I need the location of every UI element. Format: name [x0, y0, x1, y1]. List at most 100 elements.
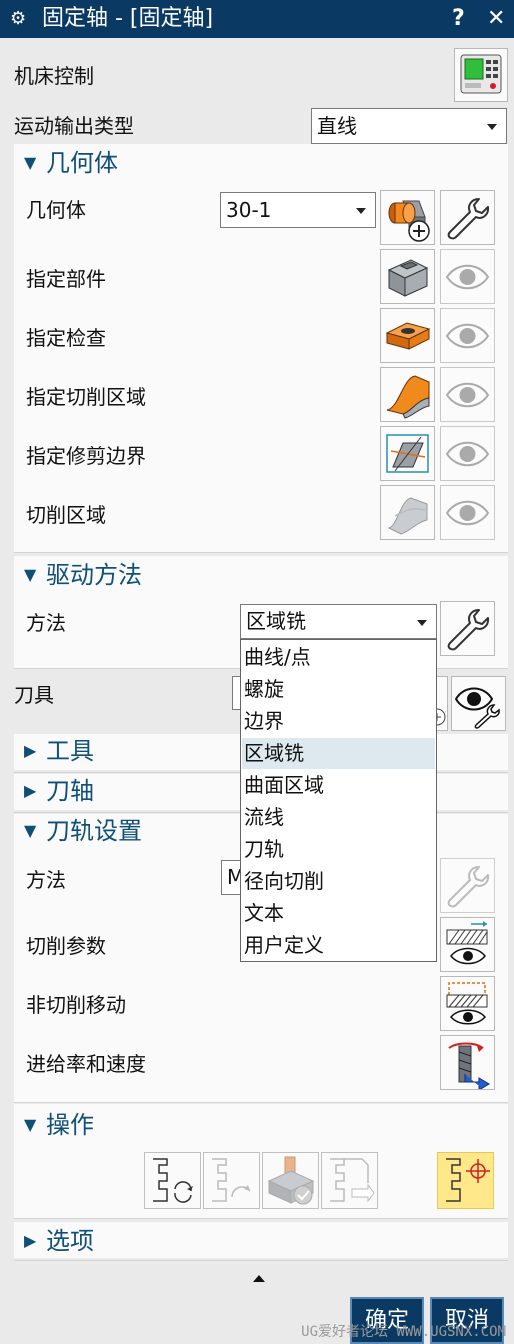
specify-part-button[interactable]: [380, 249, 435, 304]
drive-method-dropdown: 曲线/点 螺旋 边界 区域铣 曲面区域 流线 刀轨 径向切削 文本 用户定义: [240, 639, 437, 962]
generate-button[interactable]: [144, 1152, 201, 1209]
axis-section-header[interactable]: ▶ 刀轴: [24, 776, 94, 806]
dropdown-option[interactable]: 曲面区域: [242, 770, 435, 801]
gear-icon[interactable]: ⚙: [10, 0, 26, 38]
edit-drive-method-button[interactable]: [440, 601, 495, 656]
new-geometry-button[interactable]: [380, 190, 435, 245]
part-icon: [387, 259, 429, 297]
dropdown-option[interactable]: 流线: [242, 802, 435, 833]
chevron-down-icon: [356, 208, 366, 214]
non-cut-moves-button[interactable]: [440, 976, 495, 1031]
path-method-label: 方法: [26, 868, 66, 892]
motion-output-label: 运动输出类型: [14, 114, 134, 138]
non-cut-moves-icon: [446, 982, 488, 1025]
dropdown-option-selected[interactable]: 区域铣: [242, 738, 435, 769]
watermark: UG爱好者论坛 WWW.UGSNX.COM: [301, 1324, 506, 1340]
geometry-select-value: 30-1: [226, 198, 272, 222]
display-cut-area-button[interactable]: [440, 367, 495, 422]
edit-path-method-button[interactable]: [440, 858, 495, 913]
edit-geometry-button[interactable]: [440, 190, 495, 245]
collapse-triangle-icon: ▼: [24, 565, 37, 584]
verify-button[interactable]: [262, 1152, 319, 1209]
display-check-button[interactable]: [440, 308, 495, 363]
options-header-text: 选项: [46, 1227, 94, 1255]
path-settings-section-header[interactable]: ▼ 刀轨设置: [24, 816, 142, 846]
help-button[interactable]: ?: [452, 0, 465, 38]
dropdown-option[interactable]: 径向切削: [242, 866, 435, 897]
toolpath-crosshair-icon: [446, 1158, 490, 1202]
verify-icon: [267, 1156, 315, 1205]
feeds-speeds-button[interactable]: [440, 1035, 495, 1090]
trim-boundary-icon: [386, 434, 429, 473]
specify-cut-area-label: 指定切削区域: [26, 385, 146, 409]
divider: [14, 1260, 508, 1261]
generate-path-button[interactable]: [437, 1152, 494, 1209]
feeds-speeds-icon: [448, 1042, 490, 1089]
specify-part-label: 指定部件: [26, 267, 106, 291]
dropdown-option[interactable]: 用户定义: [242, 930, 435, 961]
machine-control-label: 机床控制: [14, 64, 94, 88]
drive-method-section-header[interactable]: ▼ 驱动方法: [24, 560, 142, 590]
collapse-up-icon[interactable]: [253, 1275, 265, 1282]
tool-header-text: 工具: [46, 737, 94, 765]
cut-area-icon: [386, 375, 430, 419]
cut-params-label: 切削参数: [26, 934, 106, 958]
collapse-triangle-icon: ▼: [24, 821, 37, 840]
replay-button[interactable]: [203, 1152, 260, 1209]
expand-triangle-icon: ▶: [24, 781, 37, 800]
machine-control-button[interactable]: [454, 48, 508, 102]
cut-region-icon: [387, 497, 428, 535]
check-geometry-icon: [385, 322, 431, 350]
eye-icon: [445, 382, 490, 408]
drive-method-value: 区域铣: [246, 609, 306, 633]
specify-trim-boundary-button[interactable]: [380, 426, 435, 481]
options-section-header[interactable]: ▶ 选项: [24, 1226, 94, 1256]
display-cut-region-button[interactable]: [440, 485, 495, 540]
wrench-icon: [447, 198, 490, 240]
chevron-down-icon: [417, 620, 427, 626]
list-output-icon: [330, 1158, 375, 1203]
collapse-triangle-icon: ▼: [24, 1115, 37, 1134]
non-cut-moves-label: 非切削移动: [26, 993, 126, 1017]
tool-select[interactable]: [232, 676, 240, 710]
dropdown-option[interactable]: 文本: [242, 898, 435, 929]
eye-icon: [445, 441, 490, 467]
path-header-text: 刀轨设置: [46, 817, 142, 845]
geometry-header-text: 几何体: [46, 149, 118, 177]
geometry-section-header[interactable]: ▼ 几何体: [24, 148, 118, 178]
dropdown-option[interactable]: 边界: [242, 706, 435, 737]
display-trim-boundary-button[interactable]: [440, 426, 495, 481]
drive-method-select[interactable]: 区域铣: [240, 604, 437, 639]
tool-label: 刀具: [14, 683, 54, 707]
specify-cut-area-button[interactable]: [380, 367, 435, 422]
window-title: 固定轴 - [固定轴]: [42, 6, 214, 31]
divider: [14, 552, 508, 553]
cut-params-button[interactable]: [440, 917, 495, 972]
specify-check-button[interactable]: [380, 308, 435, 363]
divider: [14, 1102, 508, 1103]
display-part-button[interactable]: [440, 249, 495, 304]
cut-region-button[interactable]: [380, 485, 435, 540]
tool-section-header[interactable]: ▶ 工具: [24, 736, 94, 766]
specify-check-label: 指定检查: [26, 326, 106, 350]
divider: [14, 1218, 508, 1219]
eye-icon: [445, 264, 490, 290]
edit-tool-button[interactable]: [451, 676, 506, 731]
drive-method-label: 方法: [26, 611, 66, 635]
expand-triangle-icon: ▶: [24, 1231, 37, 1250]
machine-panel-icon: [460, 54, 502, 94]
eye-icon: [445, 500, 490, 526]
motion-output-select[interactable]: 直线: [311, 108, 507, 144]
eye-wrench-icon: [454, 687, 500, 729]
list-button[interactable]: [321, 1152, 378, 1209]
new-geometry-icon: [388, 200, 430, 242]
close-button[interactable]: ✕: [487, 0, 505, 38]
dropdown-option[interactable]: 曲线/点: [242, 642, 435, 673]
eye-icon: [445, 323, 490, 349]
geometry-select[interactable]: 30-1: [220, 192, 376, 228]
actions-section-header[interactable]: ▼ 操作: [24, 1110, 94, 1140]
replay-icon: [212, 1158, 251, 1202]
dropdown-option[interactable]: 螺旋: [242, 674, 435, 705]
chevron-down-icon: [487, 124, 497, 130]
dropdown-option[interactable]: 刀轨: [242, 834, 435, 865]
